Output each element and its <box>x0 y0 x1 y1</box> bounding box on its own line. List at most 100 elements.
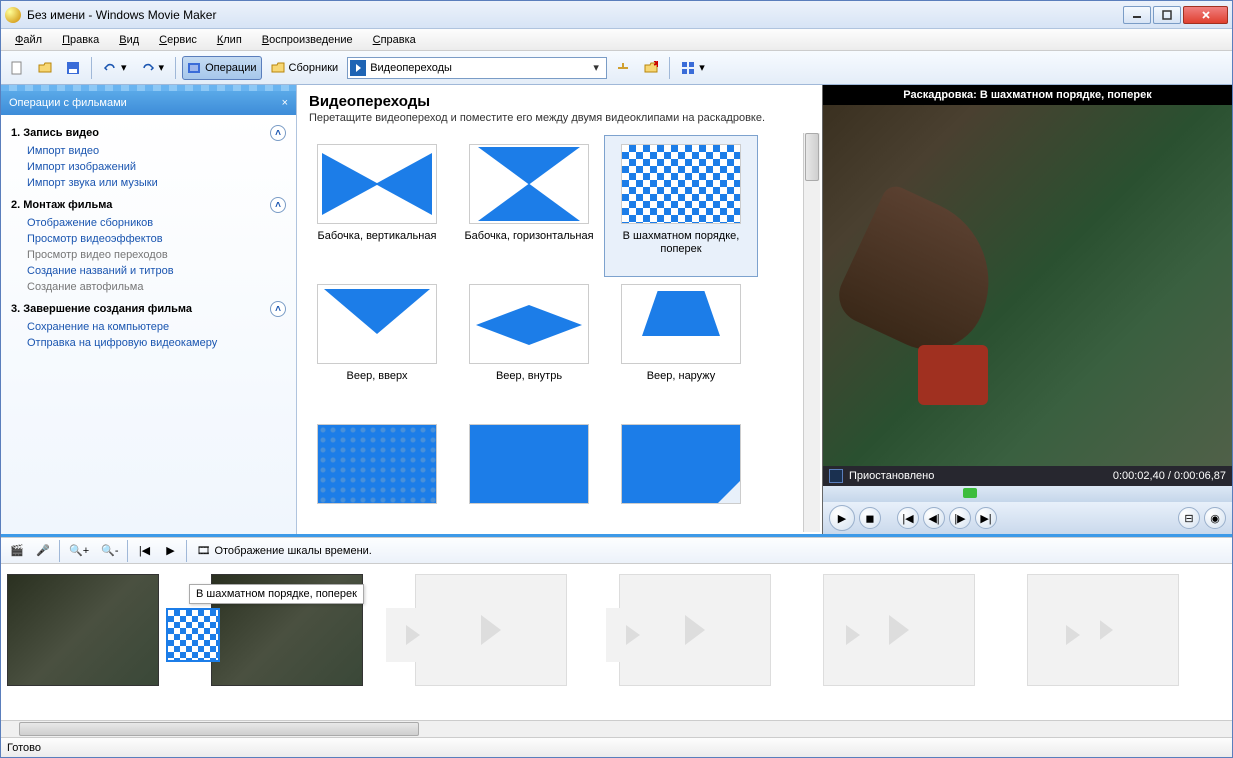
transition-item[interactable]: Веер, наружу <box>605 276 757 416</box>
undo-button[interactable]: ▾ <box>98 56 132 80</box>
transition-icon <box>350 60 366 76</box>
chevron-up-icon: ˄ <box>270 301 286 317</box>
transition-item[interactable]: В шахматном порядке, поперек <box>605 136 757 276</box>
sidebar-section[interactable]: 1. Запись видео˄ <box>1 119 296 143</box>
transition-slot[interactable] <box>166 608 220 662</box>
transition-thumb <box>469 424 589 504</box>
stop-button[interactable]: ◼ <box>859 507 881 529</box>
sidebar-section[interactable]: 3. Завершение создания фильма˄ <box>1 295 296 319</box>
timeline-narrate-icon[interactable]: 🎬 <box>5 539 29 563</box>
menu-сервис[interactable]: Сервис <box>151 32 205 48</box>
new-button[interactable] <box>5 56 29 80</box>
clip-thumbnail <box>7 574 159 686</box>
transition-thumb <box>317 284 437 364</box>
transition-item[interactable]: Бабочка, горизонтальная <box>453 136 605 276</box>
menu-bar: ФайлПравкаВидСервисКлипВоспроизведениеСп… <box>1 29 1232 51</box>
sidebar-link[interactable]: Отправка на цифровую видеокамеру <box>1 335 296 351</box>
close-button[interactable] <box>1183 6 1228 24</box>
seek-bar[interactable] <box>823 486 1232 502</box>
title-bar: Без имени - Windows Movie Maker <box>1 1 1232 29</box>
menu-клип[interactable]: Клип <box>209 32 250 48</box>
view-button[interactable]: ▾ <box>676 56 710 80</box>
playback-time: 0:00:02,40 / 0:00:06,87 <box>1113 470 1226 482</box>
show-timeline-button[interactable]: 🎞 Отображение шкалы времени. <box>191 539 382 563</box>
toolbar: ▾ ▾ Операции Сборники Видеопереходы ▾ ✱ … <box>1 51 1232 85</box>
transition-label: Бабочка, вертикальная <box>318 230 437 243</box>
timeline-mic-icon[interactable]: 🎤 <box>31 539 55 563</box>
sidebar-link[interactable]: Просмотр видеоэффектов <box>1 231 296 247</box>
rewind-button[interactable]: |◀ <box>897 507 919 529</box>
new-folder-button[interactable]: ✱ <box>639 56 663 80</box>
sidebar-section[interactable]: 2. Монтаж фильма˄ <box>1 191 296 215</box>
menu-воспроизведение[interactable]: Воспроизведение <box>254 32 361 48</box>
sidebar-link[interactable]: Импорт звука или музыки <box>1 175 296 191</box>
transition-thumb <box>621 284 741 364</box>
svg-text:✱: ✱ <box>653 61 658 70</box>
preview-title: Раскадровка: В шахматном порядке, попере… <box>823 85 1232 105</box>
transition-label: Веер, наружу <box>647 370 716 383</box>
sidebar-link[interactable]: Просмотр видео переходов <box>1 247 296 263</box>
content-title: Видеопереходы <box>297 85 822 112</box>
sidebar-link[interactable]: Импорт изображений <box>1 159 296 175</box>
transition-item[interactable]: Веер, вверх <box>301 276 453 416</box>
transition-thumb <box>469 144 589 224</box>
transition-thumb <box>317 144 437 224</box>
chevron-up-icon: ˄ <box>270 197 286 213</box>
zoom-out-icon[interactable]: 🔍- <box>96 539 123 563</box>
transition-item[interactable] <box>605 416 757 534</box>
transition-slot[interactable] <box>606 608 660 662</box>
sidebar-link[interactable]: Создание названий и титров <box>1 263 296 279</box>
tasks-sidebar: Операции с фильмами × 1. Запись видео˄Им… <box>1 85 297 534</box>
zoom-in-icon[interactable]: 🔍+ <box>64 539 94 563</box>
timeline-play-icon[interactable]: ▶ <box>158 539 182 563</box>
app-icon <box>5 7 21 23</box>
transition-thumb <box>317 424 437 504</box>
status-bar: Готово <box>1 737 1232 757</box>
up-button[interactable] <box>611 56 635 80</box>
chevron-down-icon: ▾ <box>588 61 604 74</box>
collections-button[interactable]: Сборники <box>266 56 344 80</box>
transition-label: Бабочка, горизонтальная <box>464 230 593 243</box>
redo-button[interactable]: ▾ <box>136 56 170 80</box>
transition-slot[interactable] <box>1046 608 1100 662</box>
menu-справка[interactable]: Справка <box>365 32 424 48</box>
timeline-rewind-icon[interactable]: |◀ <box>132 539 156 563</box>
chevron-up-icon: ˄ <box>270 125 286 141</box>
sidebar-close-icon[interactable]: × <box>282 97 288 109</box>
snapshot-button[interactable]: ◉ <box>1204 507 1226 529</box>
next-frame-button[interactable]: |▶ <box>949 507 971 529</box>
menu-вид[interactable]: Вид <box>111 32 147 48</box>
transition-label: Веер, вверх <box>347 370 408 383</box>
vertical-scrollbar[interactable] <box>803 133 820 532</box>
sidebar-link[interactable]: Сохранение на компьютере <box>1 319 296 335</box>
maximize-button[interactable] <box>1153 6 1181 24</box>
monitor-icon <box>829 469 843 483</box>
transition-item[interactable]: Веер, внутрь <box>453 276 605 416</box>
transition-item[interactable]: Бабочка, вертикальная <box>301 136 453 276</box>
transition-thumb <box>621 144 741 224</box>
sidebar-link[interactable]: Создание автофильма <box>1 279 296 295</box>
open-button[interactable] <box>33 56 57 80</box>
menu-файл[interactable]: Файл <box>7 32 50 48</box>
transition-item[interactable] <box>453 416 605 534</box>
save-button[interactable] <box>61 56 85 80</box>
play-button[interactable]: ▶ <box>829 505 855 531</box>
forward-button[interactable]: ▶| <box>975 507 997 529</box>
transition-slot[interactable] <box>386 608 440 662</box>
minimize-button[interactable] <box>1123 6 1151 24</box>
horizontal-scrollbar[interactable] <box>1 720 1232 737</box>
sidebar-link[interactable]: Отображение сборников <box>1 215 296 231</box>
content-subtitle: Перетащите видеопереход и поместите его … <box>297 112 822 132</box>
tasks-button[interactable]: Операции <box>182 56 261 80</box>
transition-item[interactable] <box>301 416 453 534</box>
location-combo[interactable]: Видеопереходы ▾ <box>347 57 607 79</box>
seek-knob[interactable] <box>963 488 977 498</box>
transition-slot[interactable] <box>826 608 880 662</box>
preview-viewport <box>823 105 1232 466</box>
transition-label: Веер, внутрь <box>496 370 562 383</box>
prev-frame-button[interactable]: ◀| <box>923 507 945 529</box>
menu-правка[interactable]: Правка <box>54 32 107 48</box>
sidebar-link[interactable]: Импорт видео <box>1 143 296 159</box>
storyboard-clip[interactable]: ★Third.Star.2010.DVDRip.Rus-... <box>7 574 159 720</box>
split-button[interactable]: ⊟ <box>1178 507 1200 529</box>
